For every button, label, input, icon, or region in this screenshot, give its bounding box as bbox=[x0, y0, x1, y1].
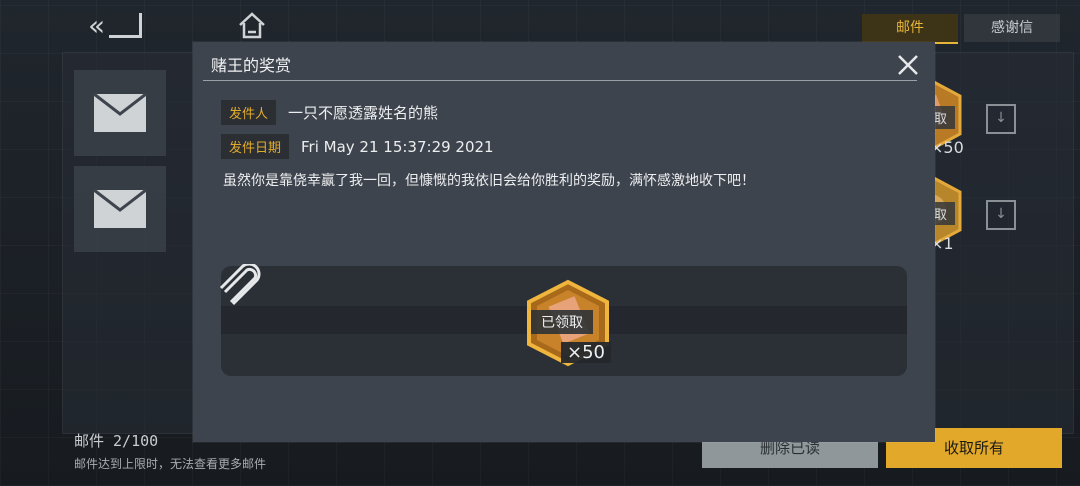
tab-mail[interactable]: 邮件 bbox=[862, 14, 958, 44]
attachment-qty: ×50 bbox=[561, 342, 611, 363]
paperclip-icon bbox=[219, 264, 261, 306]
home-icon[interactable] bbox=[236, 10, 268, 42]
date-tag: 发件日期 bbox=[221, 134, 290, 159]
attachment-claimed-label: 已领取 bbox=[531, 310, 593, 334]
envelope-icon bbox=[93, 92, 147, 132]
divider bbox=[203, 80, 917, 81]
mail-limit-note: 邮件达到上限时，无法查看更多邮件 bbox=[74, 457, 267, 471]
download-icon[interactable]: ↓ bbox=[986, 200, 1016, 230]
date-row: 发件日期 Fri May 21 15:37:29 2021 bbox=[221, 134, 494, 159]
mail-body: 虽然你是靠侥幸赢了我一回，但慷慨的我依旧会给你胜利的奖励，满怀感激地收下吧！ bbox=[223, 173, 755, 189]
tab-thanks-letter[interactable]: 感谢信 bbox=[964, 14, 1060, 42]
send-date: Fri May 21 15:37:29 2021 bbox=[301, 137, 494, 156]
sender-name: 一只不愿透露姓名的熊 bbox=[288, 104, 439, 122]
back-button[interactable]: « bbox=[88, 8, 154, 42]
close-icon[interactable] bbox=[893, 50, 923, 80]
mail-detail-dialog: 赌王的奖赏 发件人 一只不愿透露姓名的熊 发件日期 Fri May 21 15:… bbox=[193, 42, 935, 442]
sender-row: 发件人 一只不愿透露姓名的熊 bbox=[221, 100, 438, 125]
dialog-title: 赌王的奖赏 bbox=[211, 56, 292, 75]
envelope-icon bbox=[93, 188, 147, 228]
download-icon[interactable]: ↓ bbox=[986, 104, 1016, 134]
reward-qty: ×50 bbox=[930, 138, 964, 157]
back-icon: « bbox=[88, 8, 106, 42]
mail-count: 邮件 2/100 bbox=[74, 432, 159, 450]
mail-item-1[interactable] bbox=[74, 70, 166, 156]
tab-bar: 邮件 感谢信 bbox=[862, 14, 1060, 44]
sender-tag: 发件人 bbox=[221, 100, 277, 125]
mail-item-2[interactable] bbox=[74, 166, 166, 252]
